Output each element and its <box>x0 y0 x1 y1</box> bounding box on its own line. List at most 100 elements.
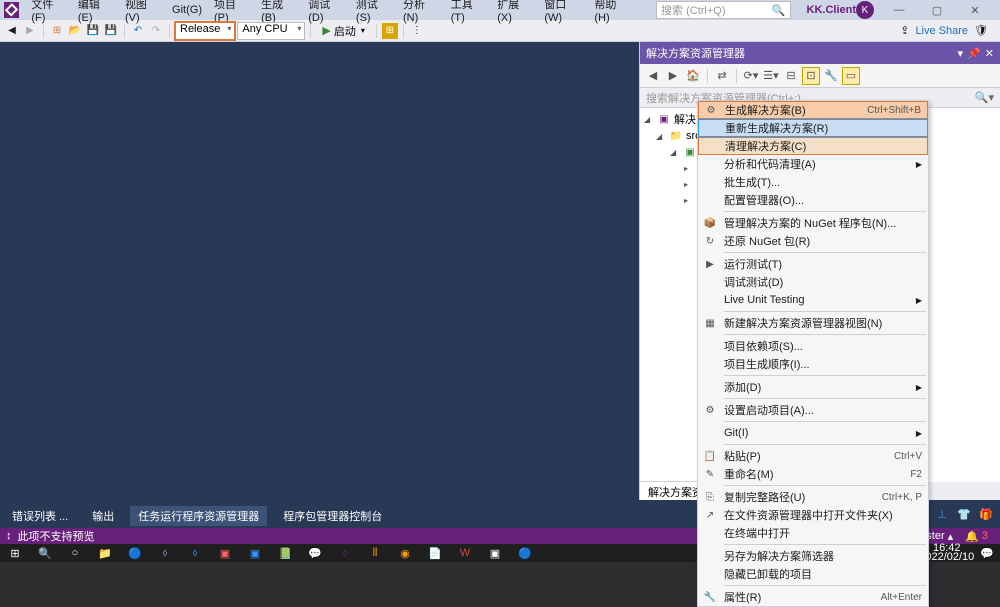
paint-icon[interactable]: 👕 <box>956 506 972 522</box>
start-debug-button[interactable]: ▶ 启动 ▾ <box>316 22 370 40</box>
taskbar-app6[interactable]: 📄 <box>420 544 450 562</box>
menu-tools[interactable]: 工具(T) <box>445 0 492 26</box>
status-notifications[interactable]: 🔔3 <box>959 530 994 543</box>
open-button[interactable]: 📂 <box>67 23 83 39</box>
panel-close-icon[interactable]: ✕ <box>985 47 994 60</box>
save-button[interactable]: 💾 <box>85 23 101 39</box>
context-menu-item[interactable]: 📋粘贴(P)Ctrl+V <box>698 447 928 465</box>
taskbar-vs2[interactable]: ⬨ <box>330 544 360 562</box>
sp-sync-button[interactable]: ⟳▾ <box>742 67 760 85</box>
taskbar-app7[interactable]: ▣ <box>480 544 510 562</box>
sp-back-button[interactable]: ◀ <box>644 67 662 85</box>
sp-show-all-button[interactable]: ⊡ <box>802 67 820 85</box>
menu-help[interactable]: 帮助(H) <box>588 0 636 26</box>
context-menu-item[interactable]: ▦新建解决方案资源管理器视图(N) <box>698 314 928 332</box>
search-button[interactable]: 🔍 <box>30 544 60 562</box>
taskbar-app2[interactable]: ▣ <box>240 544 270 562</box>
context-menu-item[interactable]: 添加(D)▶ <box>698 378 928 396</box>
tray-notifications-icon[interactable]: 💬 <box>980 547 994 560</box>
context-menu-item[interactable]: 项目生成顺序(I)... <box>698 355 928 373</box>
toolbox-icon[interactable]: ⊥ <box>934 506 950 522</box>
context-menu-item[interactable]: ▶运行测试(T) <box>698 255 928 273</box>
sp-forward-button[interactable]: ▶ <box>664 67 682 85</box>
context-menu-item[interactable]: Live Unit Testing▶ <box>698 291 928 309</box>
sp-home-button[interactable]: 🏠 <box>684 67 702 85</box>
tab-output[interactable]: 输出 <box>84 506 122 526</box>
window-minimize-button[interactable]: — <box>886 4 912 16</box>
sp-collapse-button[interactable]: ⊟ <box>782 67 800 85</box>
nav-forward-button[interactable]: ▶ <box>22 23 38 39</box>
context-menu-item[interactable]: 隐藏已卸载的项目 <box>698 565 928 583</box>
taskbar-app4[interactable]: ⦀ <box>360 544 390 562</box>
save-all-button[interactable]: 💾 <box>103 23 119 39</box>
sp-preview-button[interactable]: ▭ <box>842 67 860 85</box>
menu-item-shortcut: Alt+Enter <box>881 592 922 603</box>
gift-icon[interactable]: 🎁 <box>978 506 994 522</box>
taskbar-explorer[interactable]: 📁 <box>90 544 120 562</box>
context-menu-item[interactable]: ⚙生成解决方案(B)Ctrl+Shift+B <box>698 101 928 119</box>
new-project-button[interactable]: ⊞ <box>49 23 65 39</box>
context-menu-item[interactable]: 📦管理解决方案的 NuGet 程序包(N)... <box>698 214 928 232</box>
taskbar-vs[interactable]: ⬨ <box>150 544 180 562</box>
context-menu-item[interactable]: Git(I)▶ <box>698 424 928 442</box>
menu-item-label: 在终端中打开 <box>724 525 790 541</box>
menu-item-shortcut: Ctrl+V <box>894 451 922 462</box>
menu-item-label: 调试测试(D) <box>724 274 783 290</box>
context-menu-item[interactable]: ↻还原 NuGet 包(R) <box>698 232 928 250</box>
menu-window[interactable]: 窗口(W) <box>538 0 588 26</box>
context-menu-item[interactable]: ⚙设置启动项目(A)... <box>698 401 928 419</box>
menu-extensions[interactable]: 扩展(X) <box>491 0 538 26</box>
context-menu-item[interactable]: ✎重命名(M)F2 <box>698 465 928 483</box>
context-menu-item[interactable]: 另存为解决方案筛选器 <box>698 547 928 565</box>
menu-item-shortcut: Ctrl+K, P <box>882 492 922 503</box>
window-maximize-button[interactable]: ▢ <box>924 4 950 17</box>
sp-filter-button[interactable]: ☰▾ <box>762 67 780 85</box>
menu-item-label: 清理解决方案(C) <box>725 138 806 154</box>
nav-back-button[interactable]: ◀ <box>4 23 20 39</box>
platform-select[interactable]: Any CPU <box>237 22 305 40</box>
start-button[interactable]: ⊞ <box>0 544 30 562</box>
taskbar-vscode[interactable]: ⬨ <box>180 544 210 562</box>
context-menu-item[interactable]: 项目依赖项(S)... <box>698 337 928 355</box>
menu-item-label: Live Unit Testing <box>724 294 805 306</box>
undo-button[interactable]: ↶ <box>130 23 146 39</box>
sp-switch-views-button[interactable]: ⇄ <box>713 67 731 85</box>
tab-task-runner[interactable]: 任务运行程序资源管理器 <box>130 506 267 526</box>
panel-pin-icon[interactable]: 📌 <box>967 47 981 60</box>
window-close-button[interactable]: ✕ <box>962 4 988 17</box>
tab-package-manager[interactable]: 程序包管理器控制台 <box>275 506 390 526</box>
cortana-button[interactable]: ○ <box>60 544 90 562</box>
context-menu-item[interactable]: 在终端中打开 <box>698 524 928 542</box>
context-menu-item[interactable]: 调试测试(D) <box>698 273 928 291</box>
live-share-button[interactable]: Live Share <box>915 25 968 37</box>
taskbar-chrome[interactable]: 🔵 <box>120 544 150 562</box>
context-menu-item[interactable]: 配置管理器(O)... <box>698 191 928 209</box>
panel-dropdown-icon[interactable]: ▾ <box>958 47 964 60</box>
solution-explorer-titlebar[interactable]: 解决方案资源管理器 ▾ 📌 ✕ <box>640 42 1000 64</box>
user-avatar[interactable]: K <box>856 1 874 19</box>
context-menu-item[interactable]: ⎘复制完整路径(U)Ctrl+K, P <box>698 488 928 506</box>
tab-error-list[interactable]: 错误列表 ... <box>4 506 76 526</box>
global-search-input[interactable]: 搜索 (Ctrl+Q) 🔍 <box>656 1 790 19</box>
taskbar-wechat[interactable]: 💬 <box>300 544 330 562</box>
build-config-select[interactable]: Release <box>175 22 235 40</box>
tb-extra-1[interactable]: ⊞ <box>382 23 398 39</box>
context-menu-item[interactable]: 清理解决方案(C) <box>698 137 928 155</box>
menu-item-icon: ⎘ <box>703 490 717 504</box>
redo-button[interactable]: ↷ <box>148 23 164 39</box>
context-menu-item[interactable]: 批生成(T)... <box>698 173 928 191</box>
taskbar-chrome2[interactable]: 🔵 <box>510 544 540 562</box>
context-menu-item[interactable]: ↗在文件资源管理器中打开文件夹(X) <box>698 506 928 524</box>
sp-properties-button[interactable]: 🔧 <box>822 67 840 85</box>
context-menu-item[interactable]: 分析和代码清理(A)▶ <box>698 155 928 173</box>
taskbar-app5[interactable]: ◉ <box>390 544 420 562</box>
menu-item-label: 设置启动项目(A)... <box>724 402 814 418</box>
taskbar-wps[interactable]: W <box>450 544 480 562</box>
menu-item-shortcut: F2 <box>910 469 922 480</box>
tb-extra-2[interactable]: ⋮ <box>409 23 425 39</box>
context-menu-item[interactable]: 🔧属性(R)Alt+Enter <box>698 588 928 606</box>
menu-git[interactable]: Git(G) <box>166 2 208 18</box>
taskbar-app3[interactable]: 📗 <box>270 544 300 562</box>
taskbar-app1[interactable]: ▣ <box>210 544 240 562</box>
context-menu-item[interactable]: 重新生成解决方案(R) <box>698 119 928 137</box>
